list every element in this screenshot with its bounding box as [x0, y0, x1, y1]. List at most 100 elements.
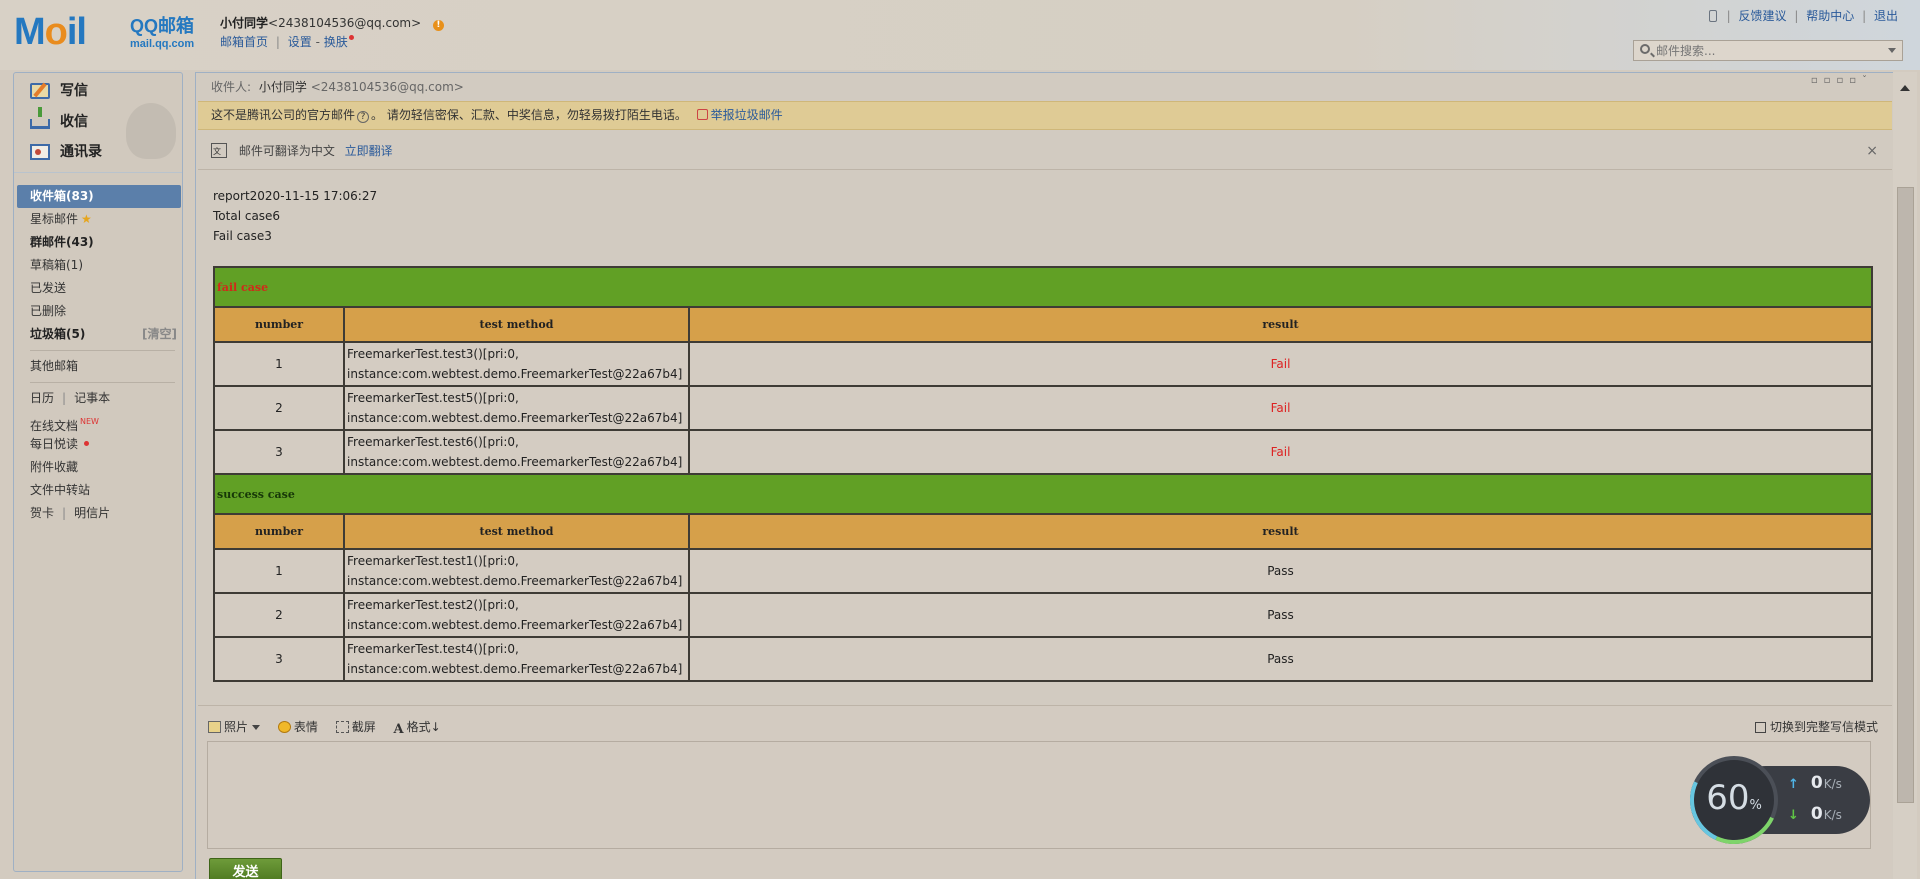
logout-link[interactable]: 退出 [1874, 9, 1898, 23]
folder-sent[interactable]: 已发送 [17, 277, 181, 300]
window-icon[interactable]: ▫ [1811, 75, 1824, 86]
help-question-icon[interactable]: ? [357, 111, 370, 123]
attachments-link[interactable]: 附件收藏 [17, 456, 181, 479]
folder-other-mailboxes[interactable]: 其他邮箱 [17, 355, 181, 378]
translate-now-link[interactable]: 立即翻译 [345, 144, 393, 158]
screenshot-button[interactable]: 截屏 [335, 718, 376, 735]
page-scrollbar[interactable] [1893, 72, 1917, 879]
feedback-link[interactable]: 反馈建议 [1739, 9, 1787, 23]
calendar-link[interactable]: 日历 [30, 391, 54, 405]
receive-mail-button[interactable]: 收信 [30, 107, 88, 133]
crop-icon [335, 721, 349, 733]
method-line: instance:com.webtest.demo.FreemarkerTest… [347, 411, 683, 425]
collapse-icon[interactable]: ˇ [1862, 75, 1873, 86]
method-line: instance:com.webtest.demo.FreemarkerTest… [347, 662, 683, 676]
send-button[interactable]: 发送 [209, 858, 282, 879]
search-icon[interactable] [1640, 44, 1650, 54]
scroll-up-icon[interactable] [1900, 85, 1910, 91]
table-row: 3 FreemarkerTest.test6()[pri:0, instance:… [213, 429, 1873, 475]
change-skin-link[interactable]: 换肤 [324, 35, 348, 49]
search-dropdown-icon[interactable] [1888, 48, 1896, 53]
daily-read-link[interactable]: 每日悦读 [17, 433, 181, 456]
upload-value: 0 [1810, 773, 1823, 793]
column-header: number [213, 306, 345, 343]
separator: | [275, 35, 280, 49]
report-spam-link[interactable]: 举报垃圾邮件 [696, 108, 783, 122]
notify-dot-icon [348, 35, 354, 40]
folder-starred[interactable]: 星标邮件 ★ [17, 208, 181, 231]
edit-icon [1754, 722, 1766, 733]
close-icon[interactable]: × [1866, 133, 1878, 170]
photo-button[interactable]: 照片 [208, 718, 261, 735]
test-method: FreemarkerTest.test3()[pri:0, instance:co… [343, 341, 690, 387]
phone-icon[interactable] [1708, 10, 1717, 22]
network-speed-widget[interactable]: 60% ↑ 0K/s ↓ 0K/s [1677, 743, 1870, 857]
smiley-icon [277, 721, 291, 733]
column-header: test method [343, 513, 690, 550]
file-transfer-link[interactable]: 文件中转站 [17, 479, 181, 502]
translate-bar: 邮件可翻译为中文 立即翻译 × [198, 133, 1892, 170]
divider [30, 382, 175, 383]
settings-link[interactable]: 设置 [288, 35, 312, 49]
window-icon[interactable]: ▫ [1836, 75, 1849, 86]
recipient-address: <2438104536@qq.com> [310, 80, 464, 94]
contacts-label: 通讯录 [60, 144, 102, 160]
contacts-button[interactable]: 通讯录 [30, 141, 102, 163]
mail-search-box[interactable] [1633, 40, 1903, 61]
online-docs-link[interactable]: 在线文档 NEW [17, 410, 181, 433]
new-badge: NEW [80, 417, 99, 426]
folder-group-mail[interactable]: 群邮件(43) [17, 231, 181, 254]
warning-tail: 。 请勿轻信密保、汇款、中奖信息，勿轻易拨打陌生电话。 [371, 108, 687, 122]
method-line: FreemarkerTest.test5()[pri:0, [347, 391, 519, 405]
format-label: 格式 [406, 720, 431, 734]
folder-spam-label: 垃圾箱(5) [30, 327, 86, 341]
folder-deleted[interactable]: 已删除 [17, 300, 181, 323]
inbox-tray-icon [30, 107, 50, 129]
mail-home-link[interactable]: 邮箱首页 [220, 35, 268, 49]
separator: | [1726, 9, 1731, 23]
separator: | [62, 391, 67, 405]
folder-spam[interactable]: 垃圾箱(5) [清空] [17, 323, 181, 346]
report-icon [696, 109, 708, 120]
case-number: 1 [213, 548, 345, 594]
percent-value: 60 [1706, 778, 1750, 818]
folder-drafts[interactable]: 草稿箱(1) [17, 254, 181, 277]
warning-icon[interactable]: ! [432, 20, 444, 31]
greeting-cards-link[interactable]: 贺卡 [30, 506, 54, 520]
arrow-down-icon: ↓ [430, 720, 441, 734]
test-result: Pass [688, 548, 1873, 594]
table-row: 1 FreemarkerTest.test1()[pri:0, instance:… [213, 548, 1873, 594]
folder-inbox[interactable]: 收件箱(83) [17, 185, 181, 208]
folder-starred-label: 星标邮件 [30, 212, 79, 226]
case-number: 2 [213, 385, 345, 431]
quick-actions: 写信 收信 通讯录 [14, 73, 182, 173]
postcards-link[interactable]: 明信片 [74, 506, 110, 520]
qq-mail-logo[interactable]: Moil QQ邮箱 mail.qq.com [14, 12, 204, 56]
write-mail-button[interactable]: 写信 [30, 80, 88, 102]
search-input[interactable] [1656, 42, 1876, 59]
translate-text: 邮件可翻译为中文 [238, 144, 335, 158]
notepad-link[interactable]: 记事本 [74, 391, 110, 405]
photo-icon [208, 721, 221, 733]
method-line: instance:com.webtest.demo.FreemarkerTest… [347, 367, 683, 381]
recipient-name[interactable]: 小付同学 [259, 80, 307, 94]
scrollbar-thumb[interactable] [1897, 187, 1914, 803]
switch-full-compose-button[interactable]: 切换到完整写信模式 [1754, 718, 1878, 735]
help-center-link[interactable]: 帮助中心 [1806, 9, 1854, 23]
chevron-down-icon[interactable] [252, 725, 261, 730]
test-method: FreemarkerTest.test4()[pri:0, instance:co… [343, 636, 690, 682]
emoji-button[interactable]: 表情 [277, 718, 318, 735]
online-docs-label: 在线文档 [30, 419, 79, 433]
format-button[interactable]: A 格式↓ [394, 718, 441, 737]
reply-editor[interactable] [207, 741, 1871, 849]
test-result: Fail [688, 385, 1873, 431]
logo-domain: mail.qq.com [130, 38, 195, 50]
percent-sign: % [1749, 798, 1762, 813]
clear-spam-link[interactable]: [清空] [142, 323, 177, 346]
user-name[interactable]: 小付同学 [220, 16, 268, 30]
arrow-down-icon: ↓ [1788, 808, 1799, 823]
print-icon[interactable]: ▫ [1849, 75, 1862, 86]
window-icon[interactable]: ▫ [1824, 75, 1837, 86]
pencil-icon [30, 83, 50, 99]
mail-body: report2020-11-15 17:06:27 Total case6 Fa… [213, 186, 1873, 682]
